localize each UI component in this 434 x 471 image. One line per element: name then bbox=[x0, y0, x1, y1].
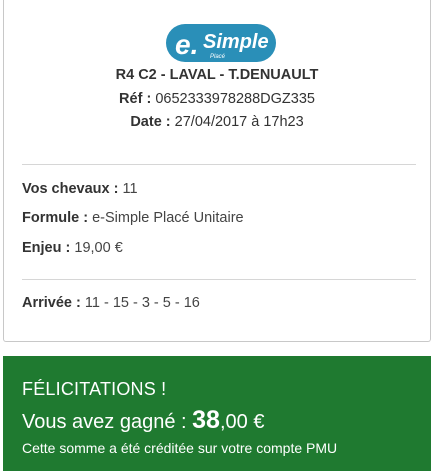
logo-main-text: Simple bbox=[203, 31, 269, 53]
formula-value: e-Simple Placé Unitaire bbox=[92, 210, 244, 226]
stake-value: 19,00 € bbox=[74, 240, 123, 256]
horses-row: Vos chevaux : 11 bbox=[22, 181, 138, 197]
winnings-amount-integer: 38 bbox=[192, 406, 220, 434]
esimple-place-logo: e. Simple Placé bbox=[166, 24, 276, 62]
date-line: Date : 27/04/2017 à 17h23 bbox=[4, 114, 430, 130]
date-label: Date : bbox=[130, 114, 171, 130]
winnings-amount-decimal: ,00 € bbox=[219, 411, 265, 433]
logo-sub-text: Placé bbox=[210, 54, 226, 60]
horses-value: 11 bbox=[122, 181, 138, 197]
horses-label: Vos chevaux : bbox=[22, 181, 119, 197]
date-value: 27/04/2017 à 17h23 bbox=[174, 114, 304, 130]
congratulations-text: FÉLICITATIONS ! bbox=[22, 379, 167, 399]
formula-row: Formule : e-Simple Placé Unitaire bbox=[22, 210, 244, 226]
divider bbox=[22, 279, 416, 280]
reference-line: Réf : 0652333978288DGZ335 bbox=[4, 91, 430, 107]
winnings-prefix: Vous avez gagné : bbox=[22, 411, 193, 433]
reference-label: Réf : bbox=[119, 91, 152, 107]
bet-ticket-card: e. Simple Placé R4 C2 - LAVAL - T.DENUAU… bbox=[3, 0, 431, 342]
formula-label: Formule : bbox=[22, 210, 89, 226]
race-title: R4 C2 - LAVAL - T.DENUAULT bbox=[115, 67, 319, 83]
stake-row: Enjeu : 19,00 € bbox=[22, 240, 123, 256]
credited-note: Cette somme a été créditée sur votre com… bbox=[22, 440, 338, 456]
winnings-line: Vous avez gagné : 38,00 € bbox=[22, 406, 264, 435]
arrival-row: Arrivée : 11 - 15 - 3 - 5 - 16 bbox=[22, 295, 200, 311]
svg-text:e.: e. bbox=[175, 29, 198, 60]
arrival-label: Arrivée : bbox=[22, 295, 81, 311]
reference-value: 0652333978288DGZ335 bbox=[155, 91, 315, 107]
winnings-banner: FÉLICITATIONS ! Vous avez gagné : 38,00 … bbox=[3, 356, 431, 471]
divider bbox=[22, 164, 416, 165]
stake-label: Enjeu : bbox=[22, 240, 71, 256]
arrival-value: 11 - 15 - 3 - 5 - 16 bbox=[84, 295, 200, 311]
